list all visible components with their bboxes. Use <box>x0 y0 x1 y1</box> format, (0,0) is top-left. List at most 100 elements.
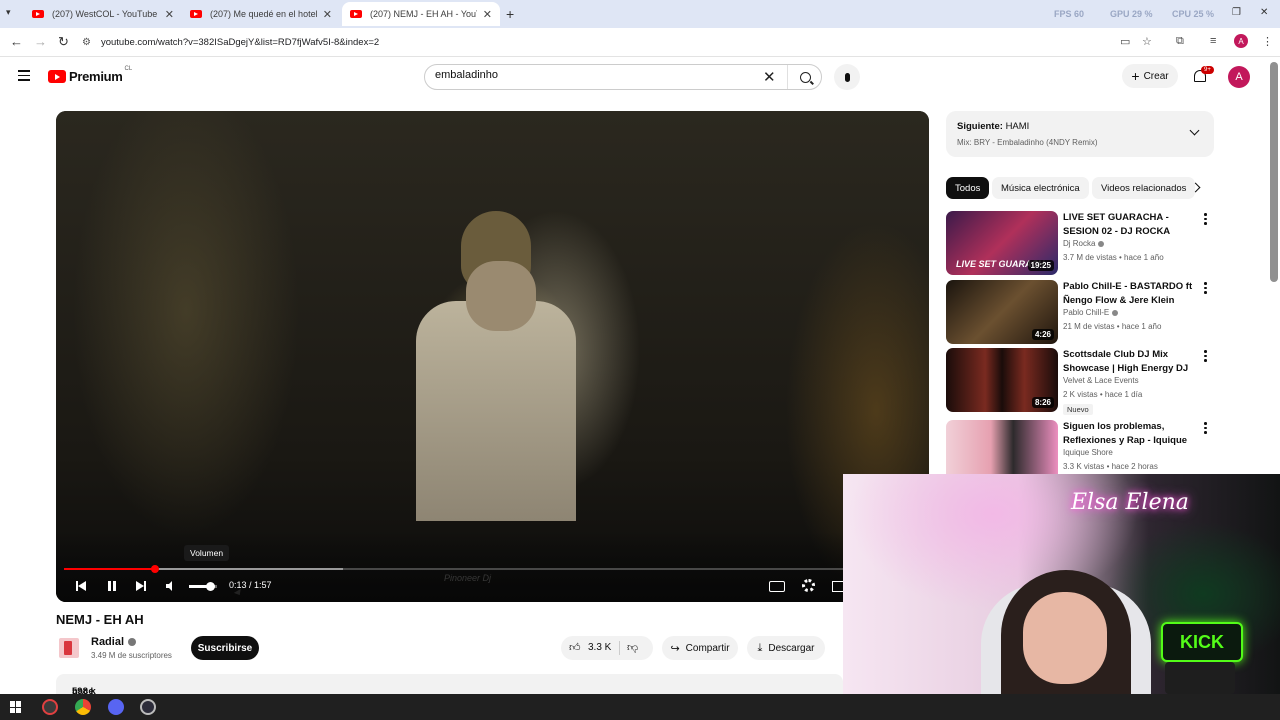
subscribe-button[interactable]: Suscribirse <box>191 636 259 660</box>
tab-close-icon[interactable]: ✕ <box>165 8 174 21</box>
recommended-video[interactable]: 8:26 Scottsdale Club DJ Mix Showcase | Hi… <box>946 348 1214 415</box>
video-title[interactable]: Pablo Chill-E - BASTARDO ft Ñengo Flow &… <box>1063 280 1197 307</box>
youtube-favicon-icon <box>32 10 44 18</box>
channel-name[interactable]: Pablo Chill-E <box>1063 308 1119 317</box>
chevron-down-icon[interactable] <box>1189 125 1200 136</box>
tab-title: (207) WestCOL - YouTube <box>52 9 158 19</box>
verified-icon <box>1098 240 1105 247</box>
close-window-icon[interactable]: ✕ <box>1260 7 1268 18</box>
video-meta: 3.7 M de vistas • hace 1 año <box>1063 253 1164 262</box>
tab-search-icon[interactable]: ▾ <box>6 7 11 18</box>
video-duration: 19:25 <box>1027 260 1054 271</box>
share-label: Compartir <box>685 642 730 654</box>
channel-name[interactable]: Velvet & Lace Events <box>1063 376 1139 385</box>
search-box: ✕ <box>424 64 822 90</box>
search-input[interactable] <box>435 69 735 81</box>
video-title[interactable]: Siguen los problemas, Reflexiones y Rap … <box>1063 420 1197 447</box>
mix-name: Mix: BRY - Embaladinho (4NDY Remix) <box>957 138 1098 147</box>
youtube-premium-logo[interactable]: Premium CL <box>48 65 133 84</box>
recommended-video[interactable]: LIVE SET GUARACH 19:25 LIVE SET GUARACHA -… <box>946 211 1214 275</box>
share-button[interactable]: ↪ Compartir <box>662 636 738 660</box>
channel-name[interactable]: Iquique Shore <box>1063 448 1113 457</box>
media-control-icon[interactable]: ≡ <box>1210 35 1216 47</box>
tab-close-icon[interactable]: ✕ <box>483 8 492 21</box>
clear-search-icon[interactable]: ✕ <box>763 68 776 86</box>
pause-button[interactable] <box>107 581 117 591</box>
video-title[interactable]: LIVE SET GUARACHA - SESION 02 - DJ ROCKA <box>1063 211 1197 238</box>
chip-todos[interactable]: Todos <box>946 177 990 199</box>
site-info-icon[interactable]: ⚙ <box>82 37 91 48</box>
video-thumbnail[interactable] <box>946 420 1058 474</box>
previous-button[interactable] <box>76 581 86 591</box>
search-button[interactable] <box>787 65 822 89</box>
app-taskbar-icon[interactable] <box>42 699 58 715</box>
windows-start-icon[interactable] <box>10 701 22 713</box>
extensions-icon[interactable]: ⧉ <box>1176 35 1184 48</box>
more-options-icon[interactable] <box>1204 213 1207 227</box>
browser-tab-hotel[interactable]: (207) Me quedé en el hotel "más ✕ <box>182 2 340 26</box>
video-thumbnail[interactable]: LIVE SET GUARACH 19:25 <box>946 211 1058 275</box>
next-button[interactable] <box>136 581 146 591</box>
chrome-taskbar-icon[interactable] <box>75 699 91 715</box>
like-icon[interactable]: 👍︎ <box>569 641 581 654</box>
obs-taskbar-icon[interactable] <box>140 699 156 715</box>
video-player[interactable]: Pinoneer Dj Volumen 0:13 / 1:57 <box>56 111 929 602</box>
recommended-video[interactable]: Siguen los problemas, Reflexiones y Rap … <box>946 420 1214 474</box>
channel-avatar[interactable] <box>59 638 79 658</box>
volume-icon[interactable] <box>166 581 178 591</box>
page-scrollbar[interactable] <box>1270 62 1278 282</box>
video-performer <box>416 191 576 521</box>
bookmark-star-icon[interactable]: ☆ <box>1142 35 1152 48</box>
chip-musica-electronica[interactable]: Música electrónica <box>992 177 1089 199</box>
verified-icon <box>128 638 137 647</box>
video-thumbnail[interactable]: 4:26 <box>946 280 1058 344</box>
browser-tab-nemj[interactable]: (207) NEMJ - EH AH - YouTube ✕ <box>342 2 500 26</box>
video-meta: 3.3 K vistas • hace 2 horas <box>1063 462 1158 471</box>
notification-count-badge: 9+ <box>1201 66 1214 74</box>
chip-videos-relacionados[interactable]: Videos relacionados <box>1092 177 1196 199</box>
install-app-icon[interactable]: ▭ <box>1120 35 1130 48</box>
back-icon[interactable]: ← <box>10 34 23 49</box>
create-button[interactable]: + Crear <box>1122 64 1178 88</box>
settings-gear-icon[interactable] <box>802 579 815 592</box>
subtitles-icon[interactable] <box>769 581 785 592</box>
forward-icon[interactable]: → <box>34 34 47 49</box>
volume-knob[interactable] <box>206 582 215 591</box>
reload-icon[interactable]: ↻ <box>58 34 69 50</box>
video-watermark: Pinoneer Dj <box>444 573 492 583</box>
browser-tab-westcol[interactable]: (207) WestCOL - YouTube ✕ <box>24 2 182 26</box>
dislike-icon[interactable]: 👎︎ <box>627 641 638 654</box>
like-count[interactable]: 3.3 K <box>588 642 611 653</box>
subscriber-count: 3.49 M de suscriptores <box>91 651 172 660</box>
progress-scrubber[interactable] <box>151 565 159 573</box>
new-tab-icon[interactable]: + <box>506 6 514 22</box>
playlist-next-panel[interactable]: Siguiente: HAMI Mix: BRY - Embaladinho (… <box>946 111 1214 157</box>
tab-title: (207) NEMJ - EH AH - YouTube <box>370 9 477 19</box>
voice-search-button[interactable] <box>834 64 860 90</box>
more-options-icon[interactable] <box>1204 422 1207 436</box>
browser-profile-avatar[interactable]: A <box>1234 34 1248 48</box>
restore-window-icon[interactable]: ❐ <box>1232 7 1241 18</box>
country-code: CL <box>124 65 133 72</box>
channel-name[interactable]: Radial <box>91 636 137 648</box>
video-title[interactable]: Scottsdale Club DJ Mix Showcase | High E… <box>1063 348 1197 375</box>
speaker <box>1165 662 1235 694</box>
menu-icon[interactable] <box>18 70 30 81</box>
more-options-icon[interactable] <box>1204 282 1207 296</box>
address-bar[interactable]: ⚙ youtube.com/watch?v=382ISaDgejY&list=R… <box>82 32 1112 52</box>
browser-tab-strip: ▾ (207) WestCOL - YouTube ✕ (207) Me que… <box>0 0 1280 28</box>
windows-taskbar <box>0 694 1280 720</box>
time-display: 0:13 / 1:57 <box>229 580 272 590</box>
recommended-video[interactable]: 4:26 Pablo Chill-E - BASTARDO ft Ñengo Fl… <box>946 280 1214 344</box>
discord-taskbar-icon[interactable] <box>108 699 124 715</box>
new-badge: Nuevo <box>1063 404 1093 415</box>
download-button[interactable]: ⤓ Descargar <box>747 636 825 660</box>
video-thumbnail[interactable]: 8:26 <box>946 348 1058 412</box>
youtube-logo-icon <box>48 70 66 83</box>
more-options-icon[interactable] <box>1204 350 1207 364</box>
channel-name[interactable]: Dj Rocka <box>1063 239 1105 248</box>
account-avatar[interactable]: A <box>1228 66 1250 88</box>
tab-close-icon[interactable]: ✕ <box>323 8 332 21</box>
like-dislike-group: 👍︎ 3.3 K 👎︎ <box>561 636 653 660</box>
browser-menu-icon[interactable]: ⋮ <box>1262 35 1273 48</box>
